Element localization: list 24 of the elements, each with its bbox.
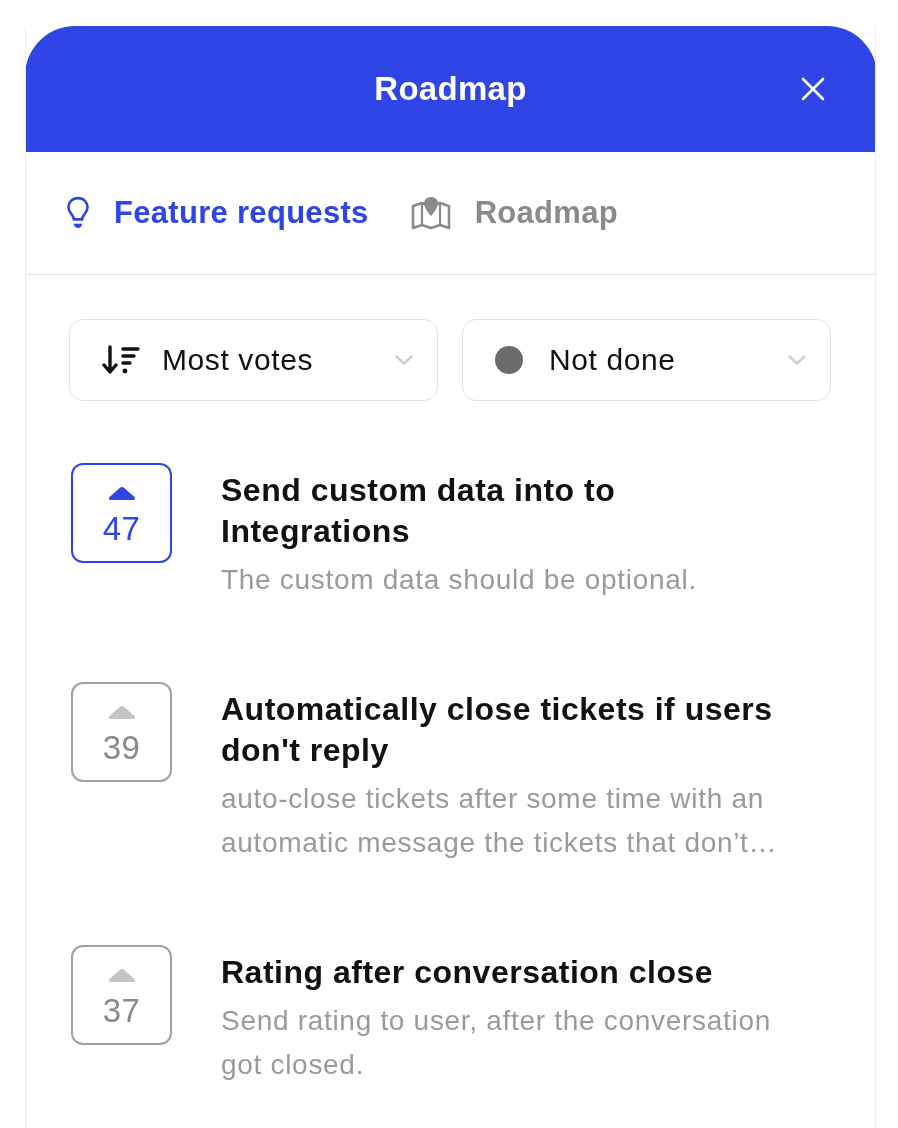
upvote-button[interactable]: 39 <box>71 682 172 782</box>
request-description: auto-close tickets after some time with an automatic message the tickets that don’t… <box>221 782 779 860</box>
close-button[interactable] <box>800 77 825 101</box>
upvote-triangle-icon <box>107 704 136 719</box>
request-description: The custom data should be optional. <box>221 563 698 597</box>
upvote-triangle-icon <box>107 967 136 982</box>
request-title: Send custom data into to Integrations <box>221 471 617 551</box>
request-title: Automatically close tickets if users don't reply <box>221 690 774 770</box>
request-description: Send rating to user, after the conversation got closed. <box>221 1004 772 1082</box>
chevron-down-icon <box>395 355 413 365</box>
sort-descending-icon <box>102 345 140 375</box>
tab[interactable]: Feature requests <box>66 195 369 231</box>
map-pin-icon <box>410 196 451 230</box>
filter-dropdown[interactable]: Not done <box>462 319 831 401</box>
upvote-triangle-icon <box>107 485 136 500</box>
lightbulb-icon <box>66 196 90 230</box>
chevron-down-icon <box>788 355 806 365</box>
request-title: Rating after conversation close <box>221 953 715 992</box>
tab[interactable]: Roadmap <box>410 195 618 231</box>
close-icon <box>800 77 825 101</box>
window-title: Roadmap <box>374 70 527 108</box>
upvote-button[interactable]: 37 <box>71 945 172 1045</box>
filter-dropdown[interactable]: Most votes <box>69 319 438 401</box>
upvote-button[interactable]: 47 <box>71 463 172 563</box>
